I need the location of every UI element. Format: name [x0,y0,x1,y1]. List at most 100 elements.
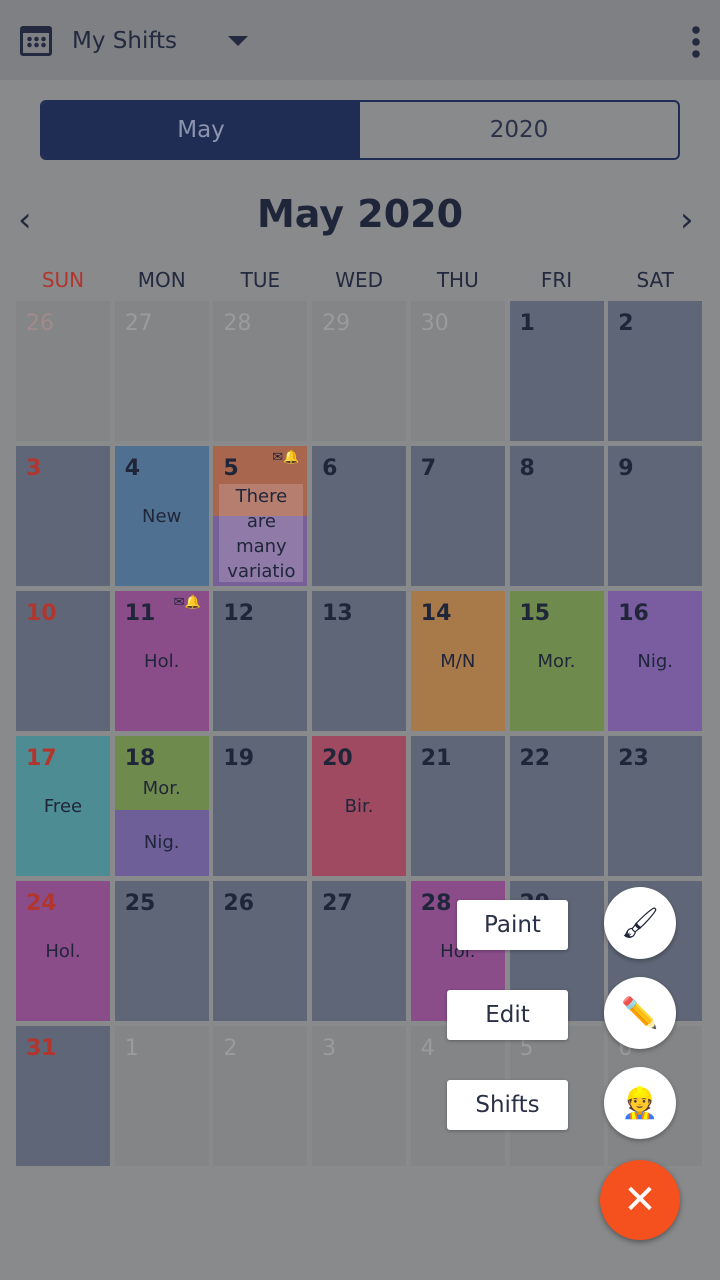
mail-bell-icon: ✉🔔 [173,595,201,610]
day-cell[interactable]: 26 [16,301,110,441]
day-cell[interactable]: 19 [213,736,308,876]
day-number: 10 [26,601,57,626]
shift-label: Free [43,796,83,817]
weekday-header: SUN [41,268,85,292]
day-cell[interactable]: 20 Bir. [312,736,407,876]
day-cell[interactable]: 15 Mor. [509,591,604,731]
day-number: 28 [223,311,252,336]
day-number: 19 [223,746,255,771]
day-number: 24 [26,891,57,916]
weekday-header: SAT [636,268,674,292]
day-cell[interactable]: 2 [213,1026,308,1166]
day-cell[interactable]: 1 [509,301,604,441]
day-number: 15 [519,601,551,626]
day-number: 13 [322,601,353,626]
day-cell[interactable]: 26 [213,881,308,1021]
day-cell[interactable]: 7 [410,446,505,586]
view-toggle: May 2020 [40,100,680,160]
day-number: 7 [420,456,437,481]
day-number: 8 [519,456,535,481]
fab-edit-label[interactable]: Edit [447,990,568,1040]
weekday-header: TUE [240,268,281,292]
app-title[interactable]: My Shifts [72,28,177,54]
day-cell[interactable]: 9 [608,446,703,586]
day-cell[interactable]: 5 ✉🔔 There are many variatio [213,446,308,586]
day-cell[interactable]: 24 Hol. [16,881,110,1021]
day-cell[interactable]: 31 [16,1026,110,1166]
day-number: 16 [618,601,649,626]
day-cell[interactable]: 18 Mor. Nig. [114,736,209,876]
day-number: 21 [420,746,452,771]
fab-shifts-label[interactable]: Shifts [447,1080,568,1130]
tab-month[interactable]: May [42,102,360,158]
day-number: 9 [618,456,634,481]
app-bar: My Shifts [0,0,720,80]
day-number: 17 [26,746,57,771]
day-number: 3 [26,456,42,481]
day-cell[interactable]: 10 [16,591,110,731]
day-number: 1 [519,311,535,336]
day-number: 26 [26,311,54,336]
day-cell[interactable]: 30 [410,301,505,441]
day-number: 1 [124,1036,139,1061]
day-number: 26 [223,891,255,916]
day-cell[interactable]: 6 [312,446,407,586]
fab-shifts-button[interactable]: 👷 [604,1067,676,1139]
fab-edit-button[interactable]: ✏️ [604,977,676,1049]
day-cell[interactable]: 1 [114,1026,209,1166]
day-cell[interactable]: 29 [312,301,407,441]
day-cell[interactable]: 11 ✉🔔 Hol. [114,591,209,731]
more-vert-icon[interactable] [692,24,700,58]
shift-label: Mor. [537,651,576,672]
day-cell[interactable]: 3 [16,446,110,586]
day-number: 25 [124,891,156,916]
day-number: 18 [124,746,156,771]
day-number: 30 [420,311,449,336]
day-number: 2 [618,311,634,336]
day-number: 20 [322,746,353,771]
day-note: There are many variatio [219,484,304,582]
shift-label: Hol. [144,651,180,672]
day-cell[interactable]: 27 [312,881,407,1021]
weekday-header: THU [436,268,479,292]
day-cell[interactable]: 17 Free [16,736,110,876]
day-cell[interactable]: 23 [608,736,703,876]
day-cell[interactable]: 3 [312,1026,407,1166]
chevron-down-icon[interactable] [228,36,248,46]
day-cell[interactable]: 8 [509,446,604,586]
shift-label: Mor. [142,778,181,799]
day-number: 29 [322,311,351,336]
day-number: 6 [322,456,338,481]
day-cell[interactable]: 21 [410,736,505,876]
weekday-header: FRI [540,268,573,292]
day-number: 4 [420,1036,435,1061]
close-fab-button[interactable]: ✕ [600,1160,680,1240]
day-cell[interactable]: 25 [114,881,209,1021]
day-number: 27 [124,311,153,336]
day-cell[interactable]: 16 Nig. [608,591,703,731]
day-cell[interactable]: 2 [608,301,703,441]
fab-paint-button[interactable]: 🖌 [604,887,676,959]
calendar-icon [20,26,52,56]
day-cell[interactable]: 12 [213,591,308,731]
day-number: 3 [322,1036,337,1061]
weekday-header: MON [137,268,186,292]
tab-year[interactable]: 2020 [360,102,678,158]
day-cell[interactable]: 22 [509,736,604,876]
day-cell[interactable]: 4 New [114,446,209,586]
day-number: 31 [26,1036,57,1061]
day-number: 12 [223,601,255,626]
day-cell[interactable]: 14 M/N [410,591,505,731]
paintbrush-icon: 🖌 [620,905,660,941]
day-cell[interactable]: 27 [114,301,209,441]
day-cell[interactable]: 28 [213,301,308,441]
day-number: 14 [420,601,452,626]
day-number: 4 [124,456,140,481]
day-cell[interactable]: 13 [312,591,407,731]
shift-label: M/N [440,651,476,672]
month-title: May 2020 [256,192,464,236]
close-icon: ✕ [623,1177,657,1223]
pencil-icon: ✏️ [621,995,659,1031]
fab-paint-label[interactable]: Paint [457,900,568,950]
day-number: 2 [223,1036,238,1061]
